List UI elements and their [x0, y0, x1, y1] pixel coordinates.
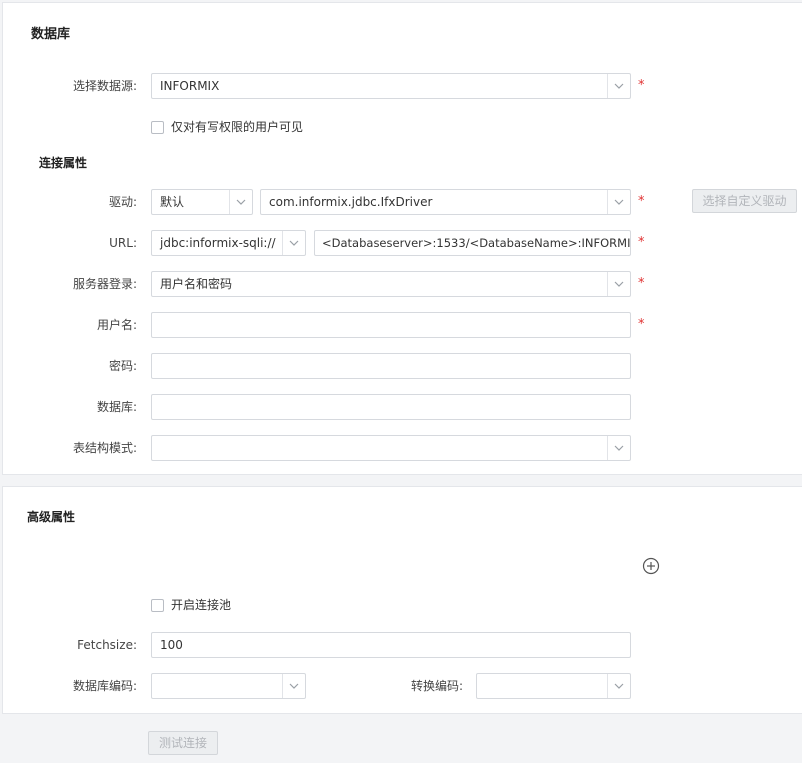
required-mark: *	[638, 317, 645, 332]
server-login-select[interactable]: 用户名和密码	[151, 271, 631, 297]
fetchsize-label: Fetchsize:	[77, 638, 137, 652]
required-mark: *	[638, 235, 645, 250]
database-section-title: 数据库	[31, 27, 71, 42]
required-mark: *	[638, 78, 645, 93]
convert-encoding-select[interactable]	[476, 673, 631, 699]
password-input[interactable]	[151, 353, 631, 379]
url-label: URL:	[109, 236, 137, 250]
required-mark: *	[638, 276, 645, 291]
url-prefix-value: jdbc:informix-sqli://	[160, 236, 276, 250]
fetchsize-input[interactable]: 100	[151, 632, 631, 658]
plus-circle-icon[interactable]	[642, 557, 660, 575]
driver-mode-value: 默认	[160, 195, 185, 209]
driver-class-select[interactable]: com.informix.jdbc.IfxDriver	[260, 189, 631, 215]
connection-pool-checkbox[interactable]	[151, 599, 164, 612]
db-encoding-label: 数据库编码:	[72, 679, 137, 693]
username-label: 用户名:	[96, 318, 137, 332]
database-name-label: 数据库:	[96, 400, 137, 414]
driver-label: 驱动:	[108, 195, 137, 209]
advanced-panel: 高级属性 开启连接池 Fetchsize: 100 数据库编码: 转换编码:	[2, 486, 802, 714]
chevron-down-icon[interactable]	[607, 272, 630, 296]
write-only-checkbox-label: 仅对有写权限的用户可见	[171, 120, 304, 134]
chevron-down-icon[interactable]	[607, 674, 630, 698]
advanced-section-title: 高级属性	[27, 510, 76, 524]
url-prefix-select[interactable]: jdbc:informix-sqli://	[151, 230, 306, 256]
test-connection-button[interactable]: 测试连接	[148, 731, 218, 755]
convert-encoding-label: 转换编码:	[410, 679, 463, 693]
driver-class-value: com.informix.jdbc.IfxDriver	[269, 195, 433, 209]
database-panel: 数据库 选择数据源: INFORMIX * 仅对有写权限的用户可见 连接属性 驱…	[2, 2, 802, 475]
data-source-select[interactable]: INFORMIX	[151, 73, 631, 99]
schema-label: 表结构模式:	[72, 441, 137, 455]
server-login-label: 服务器登录:	[72, 277, 137, 291]
schema-select[interactable]	[151, 435, 631, 461]
connection-props-title: 连接属性	[39, 156, 88, 170]
url-input[interactable]: <Databaseserver>:1533/<DatabaseName>:INF…	[314, 230, 631, 256]
chevron-down-icon[interactable]	[607, 74, 630, 98]
chevron-down-icon[interactable]	[607, 190, 630, 214]
data-source-label: 选择数据源:	[72, 79, 137, 93]
server-login-value: 用户名和密码	[160, 277, 233, 291]
db-encoding-select[interactable]	[151, 673, 306, 699]
chevron-down-icon[interactable]	[229, 190, 252, 214]
database-name-input[interactable]	[151, 394, 631, 420]
write-only-checkbox[interactable]	[151, 121, 164, 134]
connection-pool-label: 开启连接池	[171, 598, 232, 612]
chevron-down-icon[interactable]	[282, 231, 305, 255]
data-source-value: INFORMIX	[160, 79, 220, 93]
chevron-down-icon[interactable]	[282, 674, 305, 698]
password-label: 密码:	[108, 359, 137, 373]
chevron-down-icon[interactable]	[607, 436, 630, 460]
required-mark: *	[638, 194, 645, 209]
custom-driver-button[interactable]: 选择自定义驱动	[692, 189, 797, 213]
driver-mode-select[interactable]: 默认	[151, 189, 253, 215]
username-input[interactable]	[151, 312, 631, 338]
